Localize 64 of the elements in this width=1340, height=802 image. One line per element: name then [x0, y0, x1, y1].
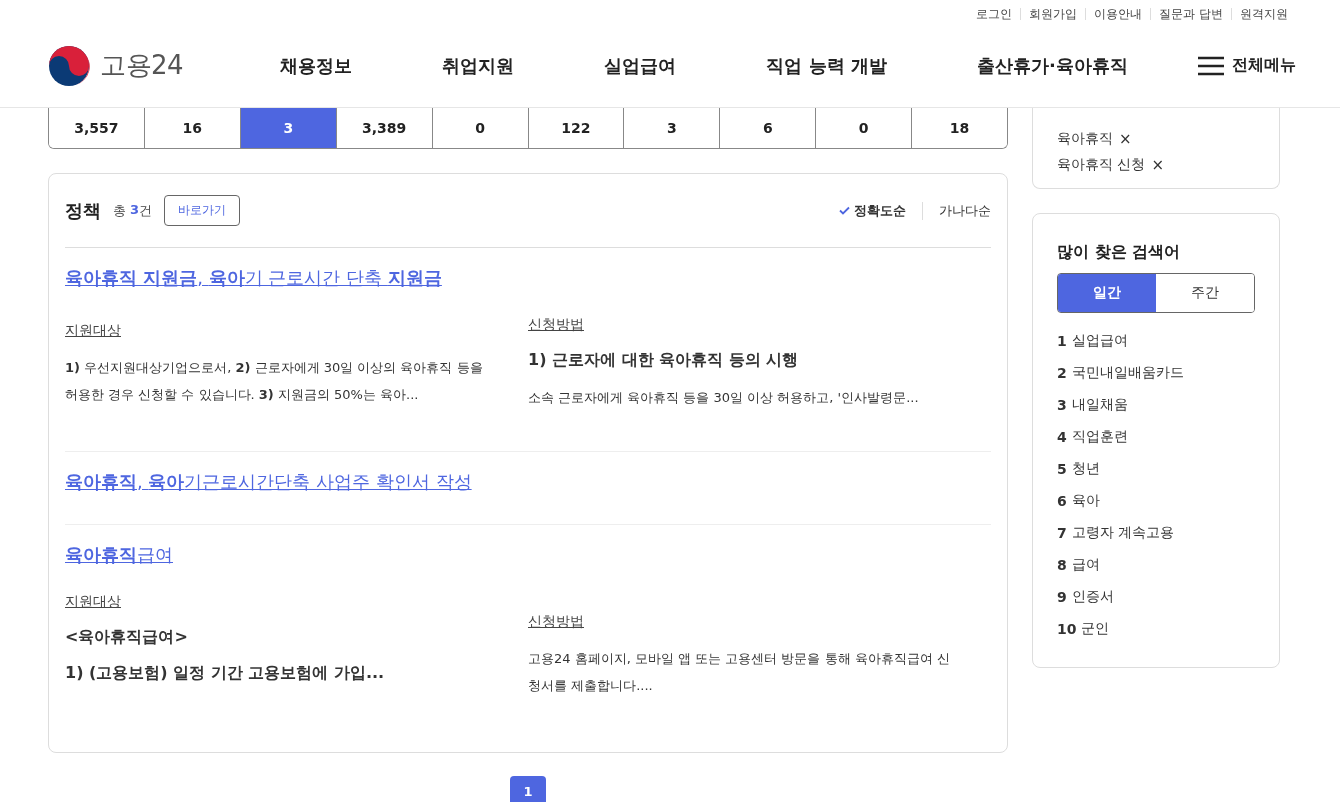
sort-option[interactable]: 가나다순 [922, 201, 991, 220]
total-label: 총 [113, 201, 126, 220]
menu-icon [1198, 55, 1224, 76]
column-heading: 지원대상 [65, 322, 122, 340]
result-title-link[interactable]: 육아휴직급여 [65, 544, 173, 565]
rank-number: 2 [1057, 365, 1067, 381]
popular-search-term[interactable]: 군인 [1081, 620, 1110, 638]
popular-search-term[interactable]: 청년 [1071, 460, 1100, 478]
result-description: 소속 근로자에게 육아휴직 등을 30일 이상 허용하고, '인사발령문... [528, 389, 920, 407]
nav-item[interactable]: 출산휴가·육아휴직 [977, 53, 1128, 78]
sort-option[interactable]: 정확도순 [823, 201, 906, 220]
popular-search-term[interactable]: 내일채움 [1071, 396, 1128, 414]
util-link[interactable]: 이용안내 [1085, 8, 1151, 20]
recent-search-term[interactable]: 육아휴직 [1057, 130, 1113, 148]
result-title-link[interactable]: 육아휴직 지원금, 육아기 근로시간 단축 지원금 [65, 267, 442, 288]
total-count: 3 [130, 201, 140, 219]
remove-button[interactable]: × [1151, 156, 1165, 174]
rank-number: 1 [1057, 333, 1067, 349]
popular-search-term[interactable]: 급여 [1071, 556, 1100, 574]
rank-number: 4 [1057, 429, 1067, 445]
remove-button[interactable]: × [1119, 130, 1132, 148]
popular-search-term[interactable]: 실업급여 [1071, 332, 1128, 350]
card-title: 많이 찾은 검색어 [1057, 242, 1182, 263]
page-button[interactable]: 1 [510, 776, 546, 802]
result-description: 1) 우선지원대상기업으로서, 2) 근로자에게 30일 이상의 육아휴직 등을 허용한 경우 신청할 수 있습니다. 3) 지원금의 50%는 육아... [65, 359, 484, 404]
all-menu-button[interactable]: 전체메뉴 [1198, 55, 1296, 76]
logo-emblem-icon [48, 44, 92, 87]
result-subtitle: 1) 근로자에 대한 육아휴직 등의 시행 [528, 349, 800, 371]
logo-text[interactable]: 고용24 [100, 48, 184, 83]
column-heading: 지원대상 [65, 593, 122, 611]
category-count-tab[interactable]: 3 [239, 108, 336, 148]
check-icon [839, 206, 850, 215]
rank-number: 8 [1057, 557, 1067, 573]
popular-search-term[interactable]: 육아 [1071, 492, 1100, 510]
popular-search-term[interactable]: 국민내일배움카드 [1071, 364, 1184, 382]
result-title-link[interactable]: 육아휴직, 육아기근로시간단축 사업주 확인서 작성 [65, 471, 472, 492]
go-button[interactable]: 바로가기 [164, 195, 241, 226]
util-link[interactable]: 회원가입 [1020, 8, 1086, 20]
rank-number: 3 [1057, 397, 1067, 413]
util-link[interactable]: 질문과 답변 [1150, 8, 1231, 20]
column-heading: 신청방법 [528, 316, 585, 334]
result-subtitle: 1) (고용보험) 일정 기간 고용보험에 가입... [65, 662, 386, 684]
rank-number: 5 [1057, 461, 1067, 477]
rank-number: 10 [1057, 621, 1077, 637]
total-unit: 건 [139, 201, 153, 220]
rank-number: 7 [1057, 525, 1067, 541]
nav-item[interactable]: 실업급여 [604, 53, 677, 78]
nav-item[interactable]: 채용정보 [280, 53, 352, 78]
nav-item[interactable]: 취업지원 [442, 53, 515, 78]
popular-search-term[interactable]: 직업훈련 [1071, 428, 1128, 446]
util-link[interactable]: 로그인 [968, 8, 1021, 20]
rank-number: 9 [1057, 589, 1067, 605]
nav-item[interactable]: 직업 능력 개발 [766, 53, 887, 78]
rank-number: 6 [1057, 493, 1067, 509]
recent-search-term[interactable]: 육아휴직 신청 [1057, 156, 1146, 174]
column-heading: 신청방법 [528, 613, 585, 631]
popular-search-term[interactable]: 인증서 [1071, 588, 1114, 606]
category-count-tab[interactable]: 18 [911, 108, 1007, 148]
util-link[interactable]: 원격지원 [1231, 8, 1296, 20]
period-tab[interactable]: 일간 [1058, 274, 1156, 312]
section-title: 정책 [65, 198, 101, 223]
popular-search-term[interactable]: 고령자 계속고용 [1071, 524, 1175, 542]
result-subtitle: <육아휴직급여> [65, 626, 189, 648]
result-description: 고용24 홈페이지, 모바일 앱 또는 고용센터 방문을 통해 육아휴직급여 신청서를 제출합니다.... [528, 650, 951, 695]
